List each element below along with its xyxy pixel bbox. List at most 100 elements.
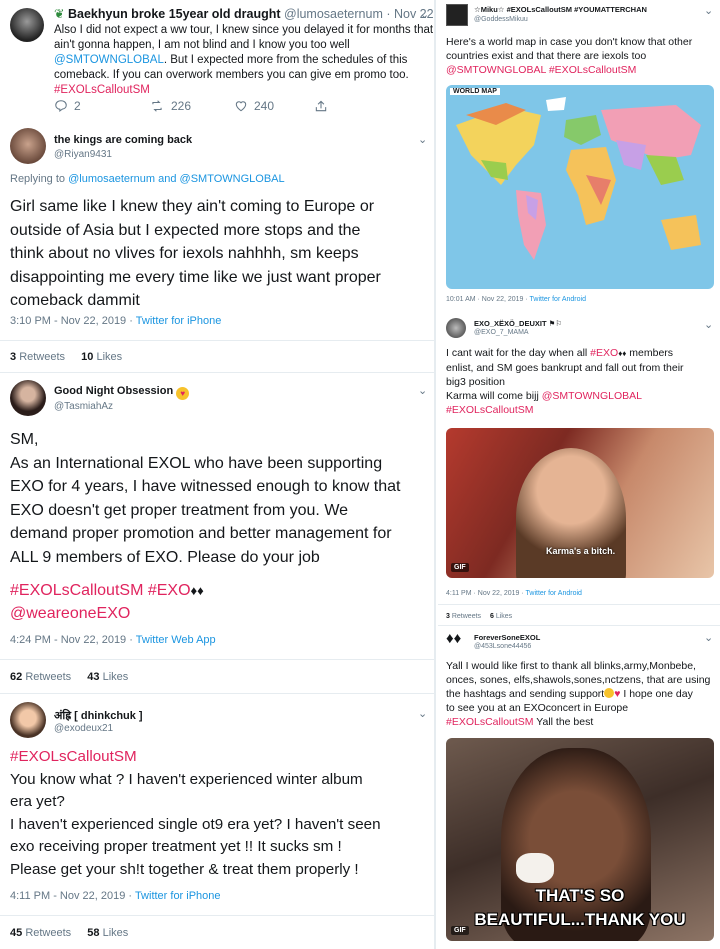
handle[interactable]: @Riyan9431 — [54, 149, 112, 160]
reply-icon[interactable] — [54, 99, 68, 113]
handle[interactable]: @EXO_7_MAMA — [474, 329, 529, 336]
timestamp[interactable]: 3:10 PM - Nov 22, 2019 · — [10, 315, 136, 327]
hashtag-link[interactable]: #EXO — [590, 347, 618, 359]
chevron-down-icon[interactable]: ⌄ — [704, 4, 713, 17]
tweet-text-line: ain't gonna happen, I am not blind and I… — [54, 39, 350, 51]
avatar[interactable] — [10, 380, 46, 416]
like-count[interactable]: 43 — [87, 671, 99, 683]
karma-gif[interactable]: Karma's a bitch. GIF — [446, 428, 714, 578]
mention-link[interactable]: @weareoneEXO — [10, 602, 204, 625]
chevron-down-icon[interactable]: ⌄ — [704, 318, 713, 331]
divider — [0, 372, 434, 373]
retweet-label[interactable]: Retweets — [25, 927, 71, 939]
left-column: ❦ Baekhyun broke 15year old draught @lum… — [0, 0, 436, 949]
display-name[interactable]: the kings are coming back — [54, 134, 192, 146]
like-label[interactable]: Likes — [103, 671, 129, 683]
thank-you-gif[interactable]: THAT'S SO BEAUTIFUL...THANK YOU GIF — [446, 738, 714, 941]
like-count[interactable]: 10 — [81, 351, 93, 363]
display-name[interactable]: ForeverSoneEXOL — [474, 633, 540, 642]
display-name[interactable]: Baekhyun broke 15year old draught — [68, 7, 281, 21]
tweet-text-line: enlist, and SM goes bankrupt and fall ou… — [446, 362, 684, 374]
hashtag-link[interactable]: #EXOLsCalloutSM — [446, 716, 534, 728]
timestamp[interactable]: 4:11 PM · Nov 22, 2019 · — [446, 590, 526, 597]
chevron-down-icon[interactable]: ⌄ — [420, 8, 429, 21]
handle[interactable]: @TasmiahAz — [54, 401, 113, 412]
source-link[interactable]: Twitter for Android — [530, 296, 586, 303]
handle[interactable]: @exodeux21 — [54, 723, 113, 734]
like-label[interactable]: Likes — [96, 351, 122, 363]
tweet-text-line: Yall I would like first to thank all bli… — [446, 660, 696, 672]
display-name[interactable]: EXO_XËXÖ_DEUXIT — [474, 319, 547, 328]
chevron-down-icon[interactable]: ⌄ — [418, 707, 427, 720]
avatar[interactable] — [446, 4, 468, 26]
heart-icon[interactable] — [234, 99, 248, 113]
right-column: ☆Miku☆ #EXOLsCalloutSM #YOUMATTERCHAN @G… — [438, 0, 720, 949]
tweet-text-line: think about no vlives for iexols nahhhh,… — [10, 245, 359, 262]
source-link[interactable]: Twitter for iPhone — [135, 890, 221, 902]
timestamp[interactable]: 4:24 PM - Nov 22, 2019 · — [10, 634, 136, 646]
chevron-down-icon[interactable]: ⌄ — [418, 133, 427, 146]
diamond-avatar-icon[interactable]: ♦♦ — [446, 630, 461, 647]
avatar[interactable] — [446, 318, 466, 338]
like-label[interactable]: Likes — [496, 613, 512, 620]
handle[interactable]: @lumosaeternum — [284, 7, 383, 21]
tweet-text-line: demand proper promotion and better manag… — [10, 525, 392, 542]
world-map-image[interactable]: WORLD MAP — [446, 85, 714, 289]
display-name[interactable]: ☆Miku☆ #EXOLsCalloutSM #YOUMATTERCHAN — [474, 5, 647, 14]
display-name[interactable]: Good Night Obsession — [54, 385, 173, 397]
gif-badge: GIF — [451, 563, 469, 572]
tweet-text-line: outside of Asia but I expected more stop… — [10, 221, 361, 239]
share-icon[interactable] — [314, 99, 328, 113]
chevron-down-icon[interactable]: ⌄ — [418, 384, 427, 397]
tweet-text-line: to see you at an EXOconcert in Europe — [446, 702, 629, 714]
source-link[interactable]: Twitter for Android — [526, 590, 582, 597]
tweet-text-line: Here's a world map in case you don't kno… — [446, 36, 693, 48]
tweet-text-line: I hope one day — [620, 688, 693, 700]
display-name[interactable]: अंह्रि [ dhinkchuk ] — [54, 708, 143, 723]
retweet-count[interactable]: 3 — [446, 613, 450, 620]
tweet-text-line: comeback. If you can overwork members yo… — [54, 69, 409, 81]
hashtag-link[interactable]: @SMTOWNGLOBAL #EXOLsCalloutSM — [446, 63, 692, 77]
divider — [438, 604, 720, 605]
hashtag-link[interactable]: #EXOLsCalloutSM — [54, 83, 429, 98]
tweet-text-line: Yall the best — [533, 716, 594, 728]
avatar[interactable] — [10, 128, 46, 164]
hashtag-link[interactable]: #EXOLsCalloutSM — [446, 403, 684, 417]
replying-to-link[interactable]: @lumosaeternum and @SMTOWNGLOBAL — [68, 173, 285, 185]
tweet-text-line: disappointing me every time like we just… — [10, 268, 381, 286]
like-label[interactable]: Likes — [103, 927, 129, 939]
hashtag-link[interactable]: #EXOLsCalloutSM — [10, 746, 381, 769]
retweet-count[interactable]: 62 — [10, 671, 22, 683]
handle[interactable]: @453Lsone44456 — [474, 643, 531, 650]
timestamp[interactable]: 10:01 AM · Nov 22, 2019 · — [446, 296, 530, 303]
avatar[interactable] — [10, 702, 46, 738]
leaf-emoji-icon: ❦ — [54, 7, 65, 21]
source-link[interactable]: Twitter Web App — [136, 634, 216, 646]
like-count[interactable]: 6 — [490, 613, 494, 620]
retweet-label[interactable]: Retweets — [19, 351, 65, 363]
mention-link[interactable]: @SMTOWNGLOBAL — [542, 390, 642, 402]
tweet-text-line: exo receiving proper treatment yet !! It… — [10, 838, 342, 855]
retweet-icon[interactable] — [149, 99, 165, 113]
source-link[interactable]: Twitter for iPhone — [136, 315, 222, 327]
tweet-text-line: comeback dammit — [10, 292, 140, 309]
retweet-count[interactable]: 45 — [10, 927, 22, 939]
tweet-text-line: You know what ? I haven't experienced wi… — [10, 770, 363, 788]
retweet-label[interactable]: Retweets — [25, 671, 71, 683]
timestamp[interactable]: 4:11 PM - Nov 22, 2019 · — [10, 890, 135, 902]
divider — [0, 659, 434, 660]
diamond-emoji-icon: ♦♦ — [190, 583, 204, 598]
like-count: 240 — [254, 99, 275, 113]
chevron-down-icon[interactable]: ⌄ — [704, 631, 713, 644]
avatar[interactable] — [10, 8, 44, 42]
retweet-label[interactable]: Retweets — [452, 613, 481, 620]
retweet-count[interactable]: 3 — [10, 351, 16, 363]
like-count[interactable]: 58 — [87, 927, 99, 939]
hashtag-link[interactable]: #EXOLsCalloutSM #EXO — [10, 582, 191, 599]
reply-count: 2 — [74, 99, 81, 113]
mention-link[interactable]: @SMTOWNGLOBAL — [54, 54, 164, 66]
handle[interactable]: @GoddessMikuu — [474, 16, 528, 23]
tweet-text-line: I cant wait for the day when all — [446, 347, 591, 359]
tweet-text-line: Karma will come bijj — [446, 390, 542, 402]
tweet-text-line: ALL 9 members of EXO. Please do your job — [10, 548, 320, 566]
